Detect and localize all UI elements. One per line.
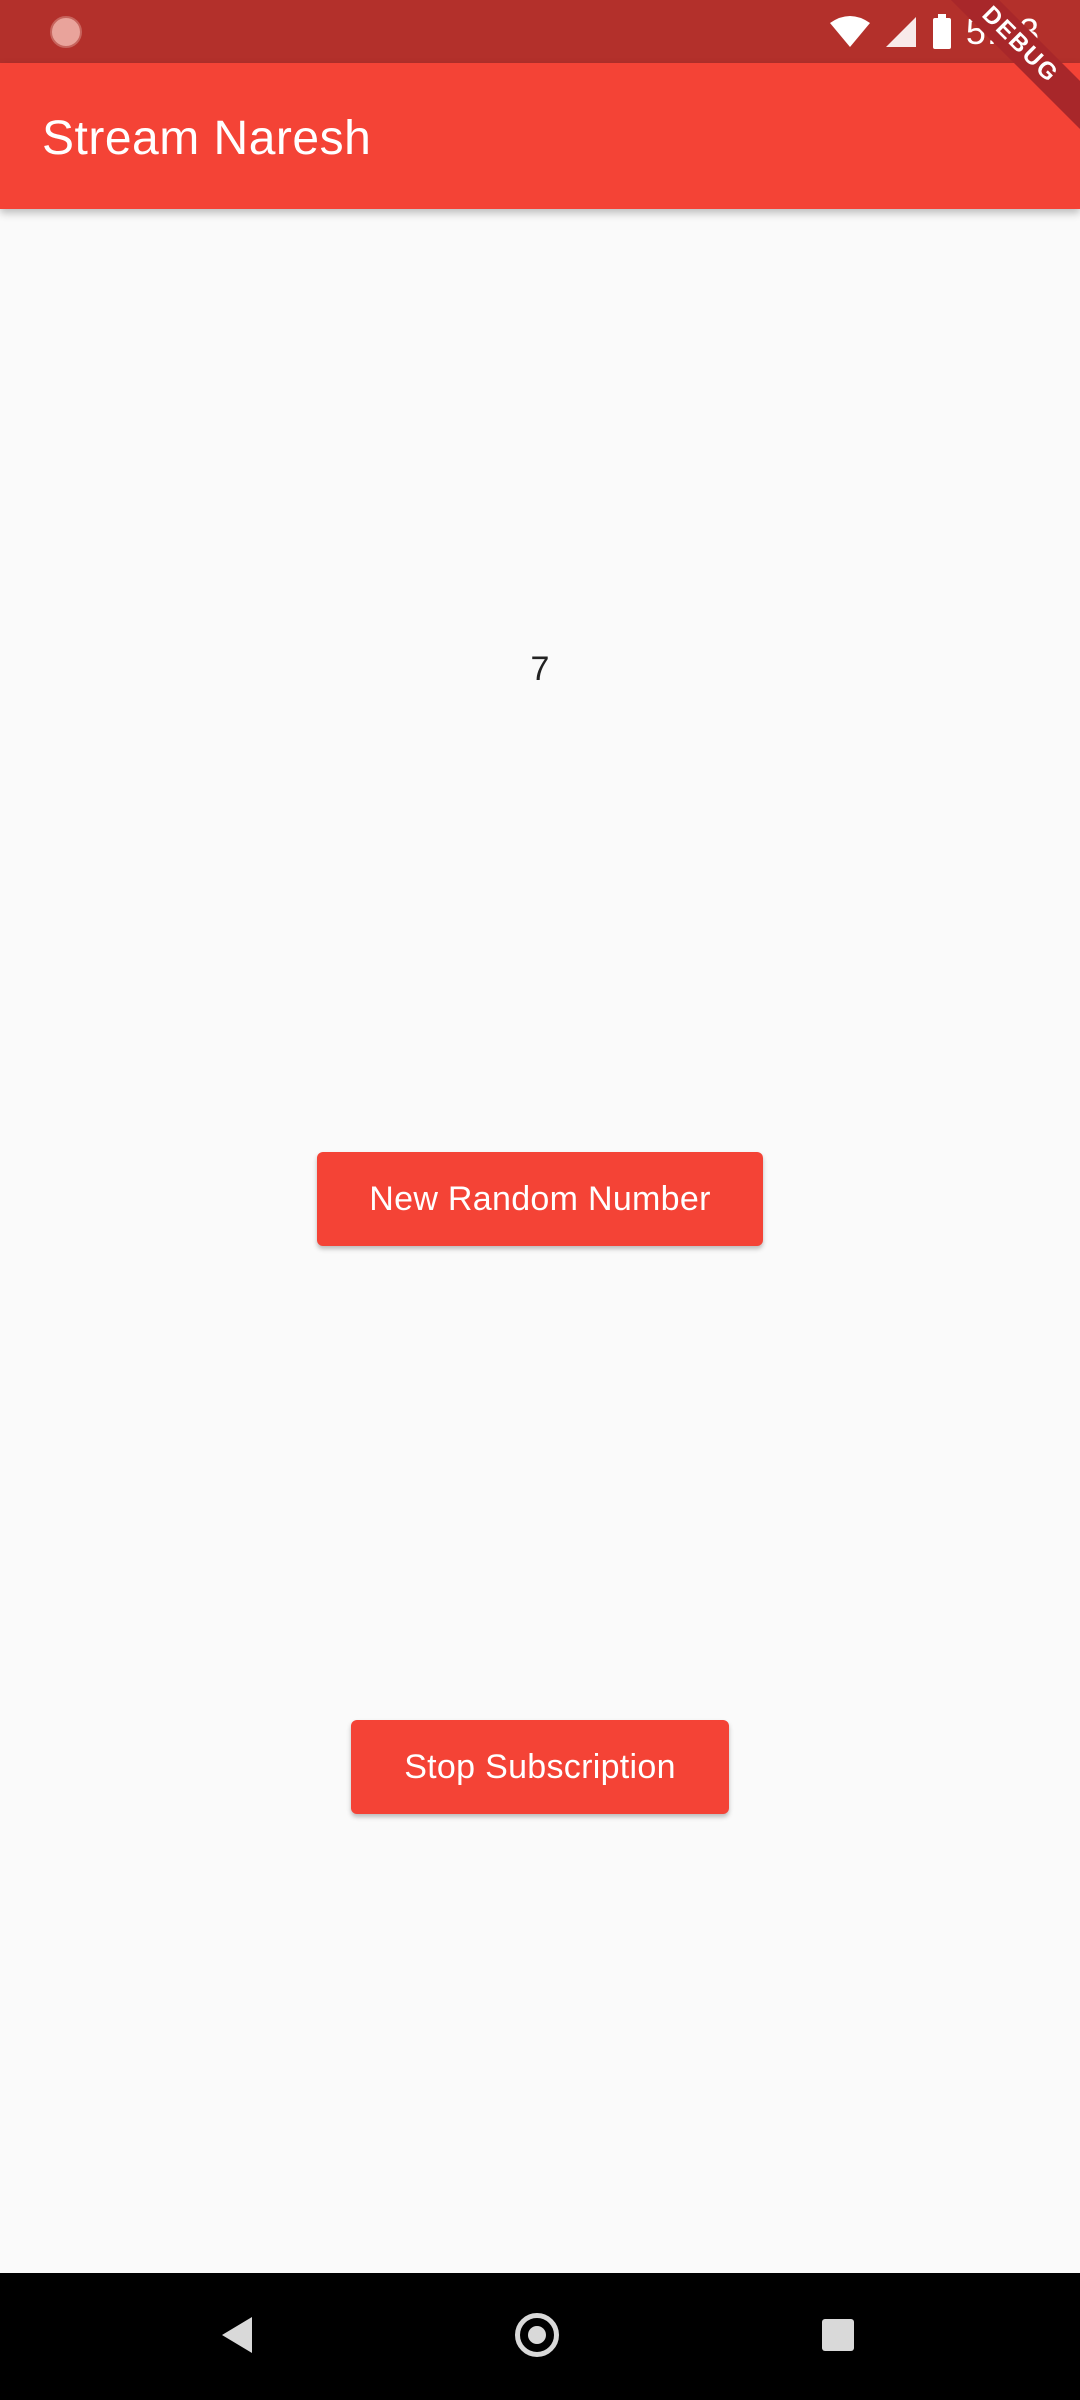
notification-dot-icon [50,16,82,48]
back-icon[interactable] [222,2317,252,2353]
navigation-bar [0,2273,1080,2400]
battery-icon [932,14,951,49]
stop-subscription-button[interactable]: Stop Subscription [351,1720,729,1814]
new-random-number-button[interactable]: New Random Number [317,1152,763,1246]
wifi-icon [829,16,870,47]
app-screen: 5:23 DEBUG Stream Naresh 7 New Random Nu… [0,0,1080,2400]
recent-apps-icon[interactable] [822,2319,854,2351]
random-number-text: 7 [530,650,550,688]
status-bar: 5:23 [0,0,1080,63]
cell-signal-icon [885,17,916,47]
app-bar: Stream Naresh [0,63,1080,209]
home-icon[interactable] [515,2313,559,2357]
page-title: Stream Naresh [42,112,372,165]
home-icon-inner [528,2326,546,2344]
